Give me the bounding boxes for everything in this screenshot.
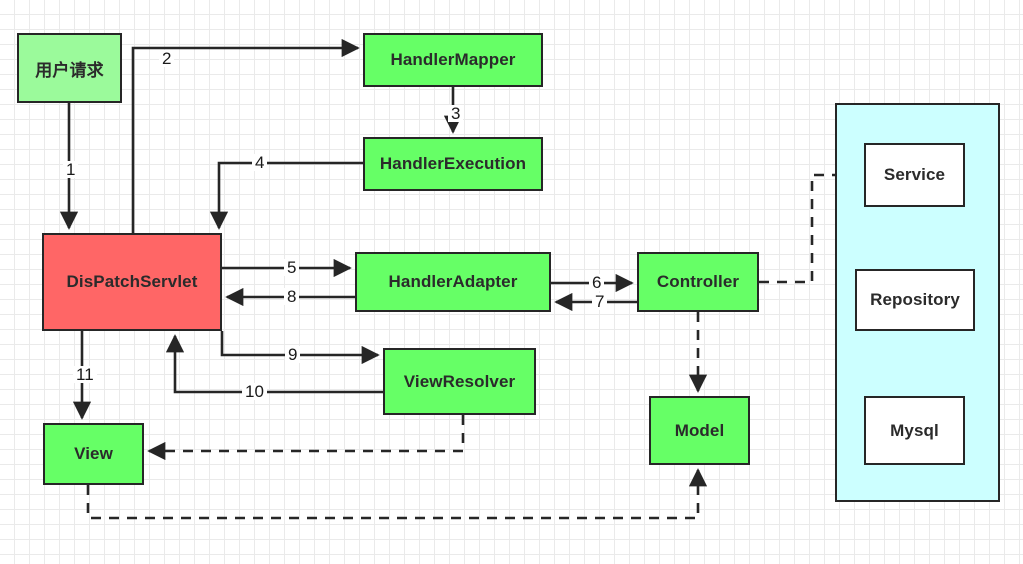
- diagram-canvas: 用户请求 HandlerMapper HandlerExecution DisP…: [0, 0, 1023, 564]
- edge-label-2: 2: [159, 50, 175, 67]
- node-controller[interactable]: Controller: [637, 252, 759, 312]
- node-model-label: Model: [674, 420, 725, 440]
- node-user-request[interactable]: 用户请求: [17, 33, 122, 103]
- edge-viewresolver-view-path: [147, 415, 465, 461]
- edge-label-4: 4: [252, 154, 268, 171]
- node-handler-adapter[interactable]: HandlerAdapter: [355, 252, 551, 312]
- node-controller-label: Controller: [656, 272, 740, 291]
- node-dispatch-servlet[interactable]: DisPatchServlet: [42, 233, 222, 331]
- edge-2-path: [131, 38, 360, 233]
- edge-10-path: [165, 334, 383, 394]
- edge-label-3: 3: [448, 105, 464, 122]
- node-repository[interactable]: Repository: [855, 269, 975, 331]
- node-service-label: Service: [883, 165, 946, 184]
- node-view-resolver[interactable]: ViewResolver: [383, 348, 536, 415]
- edge-label-9: 9: [285, 346, 301, 363]
- node-mysql-label: Mysql: [890, 420, 939, 440]
- node-model[interactable]: Model: [649, 396, 750, 465]
- edge-4-path: [209, 161, 363, 230]
- node-mysql[interactable]: Mysql: [864, 396, 965, 465]
- node-handler-execution[interactable]: HandlerExecution: [363, 137, 543, 191]
- node-view-label: View: [74, 444, 113, 463]
- node-view-resolver-label: ViewResolver: [403, 371, 516, 391]
- node-repository-label: Repository: [870, 290, 960, 309]
- node-user-request-label: 用户请求: [35, 60, 104, 80]
- node-view[interactable]: View: [43, 423, 144, 485]
- edge-label-1: 1: [63, 161, 79, 178]
- edge-view-model-path: [86, 468, 708, 520]
- edge-label-8: 8: [284, 288, 300, 305]
- node-handler-mapper-label: HandlerMapper: [390, 50, 516, 69]
- edge-label-7: 7: [592, 293, 608, 310]
- edge-label-5: 5: [284, 259, 300, 276]
- node-service[interactable]: Service: [864, 143, 965, 207]
- node-handler-adapter-label: HandlerAdapter: [388, 272, 518, 291]
- node-handler-execution-label: HandlerExecution: [379, 154, 527, 173]
- node-handler-mapper[interactable]: HandlerMapper: [363, 33, 543, 87]
- edge-label-10: 10: [242, 383, 267, 400]
- edge-label-6: 6: [589, 274, 605, 291]
- node-dispatch-servlet-label: DisPatchServlet: [66, 272, 198, 291]
- edge-label-11: 11: [73, 366, 97, 383]
